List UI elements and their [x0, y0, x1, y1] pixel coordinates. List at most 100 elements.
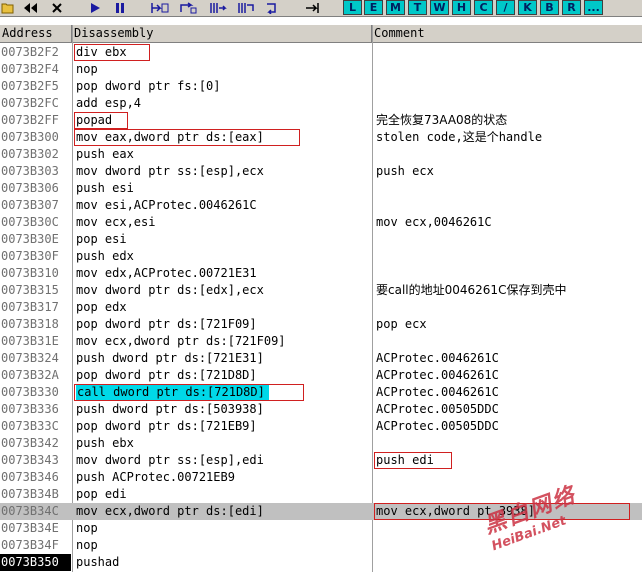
- log-window-button[interactable]: L: [343, 0, 362, 15]
- address-cell: 0073B303: [1, 164, 59, 178]
- run-trace-button[interactable]: ...: [584, 0, 603, 15]
- code-row[interactable]: 0073B31E mov ecx,dword ptr ds:[721F09]: [0, 333, 642, 350]
- breakpoints-button[interactable]: B: [540, 0, 559, 15]
- step-into-icon[interactable]: [150, 1, 170, 15]
- comment-cell: ACProtec.0046261C: [376, 368, 499, 382]
- executable-modules-button[interactable]: E: [364, 0, 383, 15]
- disassembly-cell: push ACProtec.00721EB9: [76, 470, 235, 484]
- trace-over-icon[interactable]: [236, 1, 256, 15]
- code-row[interactable]: 0073B34E nop: [0, 520, 642, 537]
- address-cell: 0073B300: [1, 130, 59, 144]
- address-cell: 0073B30C: [1, 215, 59, 229]
- disassembly-cell: pushad: [76, 555, 120, 569]
- disassembly-cell: mov ecx,dword ptr ds:[721F09]: [76, 334, 286, 348]
- address-cell: 0073B302: [1, 147, 59, 161]
- code-row[interactable]: 0073B30E pop esi: [0, 231, 642, 248]
- code-row[interactable]: 0073B318 pop dword ptr ds:[721F09] pop ecx: [0, 316, 642, 333]
- patches-button[interactable]: /: [496, 0, 515, 15]
- disassembly-cell: pop dword ptr ds:[721EB9]: [76, 419, 257, 433]
- code-row[interactable]: 0073B2F5 pop dword ptr fs:[0]: [0, 78, 642, 95]
- windows-button[interactable]: W: [430, 0, 449, 15]
- comment-cell: ACProtec.00505DDC: [376, 402, 499, 416]
- code-row[interactable]: 0073B324 push dword ptr ds:[721E31] ACProt…: [0, 350, 642, 367]
- code-row[interactable]: 0073B346 push ACProtec.00721EB9: [0, 469, 642, 486]
- disassembly-cell: pop edx: [76, 300, 127, 314]
- address-cell: 0073B318: [1, 317, 59, 331]
- memory-map-button[interactable]: M: [386, 0, 405, 15]
- disassembly-cell: nop: [76, 62, 98, 76]
- code-row[interactable]: 0073B2FC add esp,4: [0, 95, 642, 112]
- address-cell: 0073B317: [1, 300, 59, 314]
- comment-cell: ACProtec.0046261C: [376, 351, 499, 365]
- call-stack-button[interactable]: K: [518, 0, 537, 15]
- code-row[interactable]: 0073B317 pop edx: [0, 299, 642, 316]
- address-cell-current: 0073B350: [0, 554, 71, 571]
- disassembly-cell: mov edx,ACProtec.00721E31: [76, 266, 257, 280]
- play-icon[interactable]: [88, 1, 102, 15]
- address-cell: 0073B34E: [1, 521, 59, 535]
- disassembly-column-header[interactable]: Disassembly: [72, 25, 372, 43]
- annotation-box: [74, 129, 300, 146]
- address-cell: 0073B34C: [1, 504, 59, 518]
- code-row[interactable]: 0073B33C pop dword ptr ds:[721EB9] ACProte…: [0, 418, 642, 435]
- code-row[interactable]: 0073B350 pushad: [0, 554, 642, 571]
- handles-button[interactable]: H: [452, 0, 471, 15]
- address-column-header[interactable]: Address: [0, 25, 72, 43]
- column-header: Address Disassembly Comment: [0, 25, 642, 43]
- address-cell: 0073B31E: [1, 334, 59, 348]
- comment-cell: 完全恢复73AA08的状态: [376, 113, 508, 127]
- execute-till-return-icon[interactable]: [264, 1, 282, 15]
- address-cell: 0073B30F: [1, 249, 59, 263]
- disassembly-cell: push dword ptr ds:[503938]: [76, 402, 264, 416]
- code-row[interactable]: 0073B32A pop dword ptr ds:[721D8D] ACProte…: [0, 367, 642, 384]
- address-cell: 0073B34F: [1, 538, 59, 552]
- annotation-box: [74, 44, 150, 61]
- disassembly-cell: pop dword ptr ds:[721D8D]: [76, 368, 257, 382]
- code-row[interactable]: 0073B306 push esi: [0, 180, 642, 197]
- disassembly-cell: mov dword ptr ss:[esp],edi: [76, 453, 264, 467]
- disassembly-cell: mov dword ptr ss:[esp],ecx: [76, 164, 264, 178]
- rewind-icon[interactable]: [20, 1, 40, 15]
- disassembly-cell: pop edi: [76, 487, 127, 501]
- pause-icon[interactable]: [112, 1, 128, 15]
- code-row[interactable]: 0073B342 push ebx: [0, 435, 642, 452]
- open-icon[interactable]: [1, 1, 15, 15]
- disassembly-cell: push eax: [76, 147, 134, 161]
- code-row[interactable]: 0073B303 mov dword ptr ss:[esp],ecx push e…: [0, 163, 642, 180]
- address-cell: 0073B306: [1, 181, 59, 195]
- code-row[interactable]: 0073B2F4 nop: [0, 61, 642, 78]
- threads-button[interactable]: T: [408, 0, 427, 15]
- step-over-icon[interactable]: [178, 1, 198, 15]
- disassembly-cell: add esp,4: [76, 96, 142, 110]
- address-cell: 0073B336: [1, 402, 59, 416]
- address-cell: 0073B342: [1, 436, 59, 450]
- code-row[interactable]: 0073B336 push dword ptr ds:[503938] ACProt…: [0, 401, 642, 418]
- disassembly-cell: pop esi: [76, 232, 127, 246]
- address-cell: 0073B307: [1, 198, 59, 212]
- address-cell: 0073B30E: [1, 232, 59, 246]
- disassembly-cell: mov esi,ACProtec.0046261C: [76, 198, 257, 212]
- code-row[interactable]: 0073B307 mov esi,ACProtec.0046261C: [0, 197, 642, 214]
- cpu-button[interactable]: C: [474, 0, 493, 15]
- close-icon[interactable]: [50, 1, 64, 15]
- address-cell: 0073B2F2: [1, 45, 59, 59]
- disassembly-cell: pop dword ptr ds:[721F09]: [76, 317, 257, 331]
- code-row[interactable]: 0073B34B pop edi: [0, 486, 642, 503]
- code-row[interactable]: 0073B343 mov dword ptr ss:[esp],edi push e…: [0, 452, 642, 469]
- references-button[interactable]: R: [562, 0, 581, 15]
- comment-cell: ACProtec.00505DDC: [376, 419, 499, 433]
- goto-icon[interactable]: [304, 1, 322, 15]
- annotation-box: [374, 503, 630, 520]
- address-cell: 0073B346: [1, 470, 59, 484]
- code-row[interactable]: 0073B302 push eax: [0, 146, 642, 163]
- trace-into-icon[interactable]: [208, 1, 228, 15]
- code-row[interactable]: 0073B315 mov dword ptr ds:[edx],ecx 要call的…: [0, 282, 642, 299]
- comment-column-header[interactable]: Comment: [372, 25, 642, 43]
- code-row[interactable]: 0073B30C mov ecx,esi mov ecx,0046261C: [0, 214, 642, 231]
- code-row[interactable]: 0073B30F push edx: [0, 248, 642, 265]
- code-row[interactable]: 0073B310 mov edx,ACProtec.00721E31: [0, 265, 642, 282]
- comment-cell: stolen code,这是个handle: [376, 130, 543, 144]
- address-cell: 0073B33C: [1, 419, 59, 433]
- code-row[interactable]: 0073B34F nop: [0, 537, 642, 554]
- disassembly-cell: pop dword ptr fs:[0]: [76, 79, 221, 93]
